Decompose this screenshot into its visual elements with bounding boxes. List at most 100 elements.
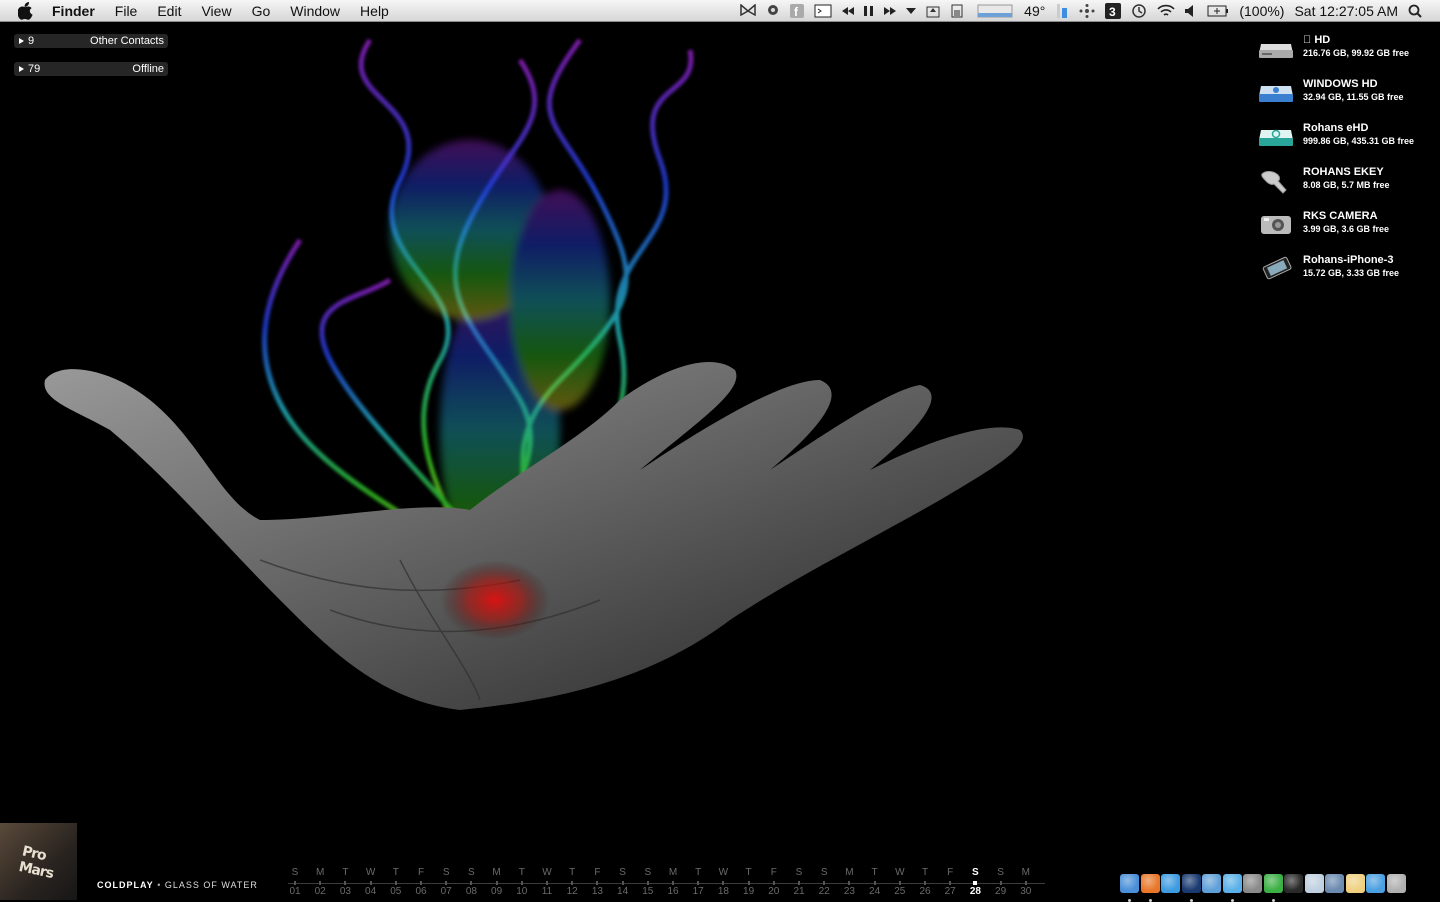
- menu-view[interactable]: View: [201, 3, 231, 19]
- calendar-day-number: 18: [717, 886, 729, 897]
- next-track-icon[interactable]: [884, 0, 897, 21]
- battery-percentage[interactable]: (100%): [1239, 3, 1284, 19]
- disclosure-triangle-icon[interactable]: [19, 38, 24, 44]
- calendar-tick: [973, 881, 978, 885]
- network-icon[interactable]: [1079, 0, 1095, 21]
- calendar-tick: [697, 881, 700, 885]
- calendar-tick: [999, 881, 1002, 885]
- calendar-day-number: 16: [667, 886, 679, 897]
- usb-key-icon[interactable]: [1258, 168, 1296, 194]
- calendar-day-number: 15: [642, 886, 654, 897]
- contact-group-offline[interactable]: 79 Offline: [14, 62, 168, 76]
- memory-meter-icon[interactable]: [950, 0, 964, 21]
- pause-icon[interactable]: [864, 0, 874, 21]
- contact-group-label: Other Contacts: [90, 35, 164, 47]
- bottle-icon[interactable]: [1304, 873, 1324, 893]
- drive-name: RKS CAMERA: [1303, 210, 1378, 222]
- finder-icon[interactable]: [1120, 873, 1139, 902]
- drive-rohans-iphone[interactable]: Rohans-iPhone-3 15.72 GB, 3.33 GB free: [1258, 254, 1438, 298]
- calendar-icon[interactable]: 3: [1105, 0, 1122, 21]
- volume-icon[interactable]: [1185, 0, 1197, 21]
- calendar-day-number: 13: [591, 886, 603, 897]
- downloads-icon[interactable]: [1366, 873, 1385, 893]
- calendar-tick: [949, 881, 952, 885]
- calendar-day-letter: F: [594, 867, 601, 878]
- internal-drive-icon[interactable]: [1258, 36, 1296, 62]
- menubar-clock[interactable]: Sat 12:27:05 AM: [1294, 3, 1398, 19]
- mail-icon[interactable]: [1202, 873, 1221, 893]
- eject-box-icon[interactable]: [926, 0, 940, 21]
- calendar-tick: [470, 881, 473, 885]
- facebook-icon[interactable]: f: [790, 0, 805, 21]
- desktop-drives:  HD216.76 GB, 99.92 GB free WINDOWS HD3…: [1258, 34, 1438, 298]
- external-drive-icon[interactable]: [1258, 124, 1296, 150]
- butterfly-icon[interactable]: [740, 0, 756, 21]
- calendar-day-number: 24: [869, 886, 881, 897]
- menu-help[interactable]: Help: [360, 3, 389, 19]
- drive-hd[interactable]:  HD216.76 GB, 99.92 GB free: [1258, 34, 1438, 78]
- menu-window[interactable]: Window: [290, 3, 340, 19]
- calendar-day-letter: T: [392, 867, 399, 878]
- menu-file[interactable]: File: [115, 3, 138, 19]
- drive-rohans-ehd[interactable]: Rohans eHD 999.86 GB, 435.31 GB free: [1258, 122, 1438, 166]
- calendar-day-number: 03: [339, 886, 351, 897]
- calendar-tick: [571, 881, 574, 885]
- calendar-day-letter: W: [542, 867, 552, 878]
- menu-go[interactable]: Go: [252, 3, 271, 19]
- apple-small-icon: : [1303, 34, 1311, 46]
- album-art-text: Pro Mars: [17, 843, 55, 882]
- menu-app-name[interactable]: Finder: [52, 3, 95, 19]
- calendar-tick: [747, 881, 750, 885]
- calendar-tick: [873, 881, 876, 885]
- cpu-meter-icon[interactable]: [974, 0, 1014, 21]
- calendar-tick: [672, 881, 674, 885]
- calendar-tick: [294, 881, 296, 885]
- menu-edit[interactable]: Edit: [157, 3, 181, 19]
- time-machine-icon[interactable]: [1131, 0, 1147, 21]
- disclosure-triangle-icon[interactable]: [19, 66, 24, 72]
- webcam-icon[interactable]: [766, 0, 780, 21]
- calendar-day-letter: W: [895, 867, 905, 878]
- calendar-day-letter: T: [921, 867, 929, 878]
- photoshop-icon[interactable]: [1181, 873, 1201, 902]
- previous-track-icon[interactable]: [842, 0, 855, 21]
- spotlight-search-icon[interactable]: [1408, 0, 1422, 21]
- windows-drive-icon[interactable]: [1258, 80, 1296, 106]
- calendar-day-letter: S: [442, 867, 450, 878]
- calendar-day-letter: M: [316, 867, 325, 878]
- drive-name: ROHANS EKEY: [1303, 166, 1384, 178]
- calendar-tick: [798, 881, 800, 885]
- drive-info: 32.94 GB, 11.55 GB free: [1303, 92, 1404, 102]
- itunes-icon[interactable]: [1222, 873, 1242, 902]
- calendar-day-letter: S: [997, 867, 1004, 878]
- wifi-icon[interactable]: [1157, 0, 1175, 21]
- calendar-day-number: 20: [768, 886, 780, 897]
- contact-group-other[interactable]: 9 Other Contacts: [14, 34, 168, 48]
- memory-bar-icon[interactable]: [1055, 0, 1069, 21]
- preview-icon[interactable]: [1325, 873, 1344, 893]
- adium-icon[interactable]: [1243, 873, 1262, 893]
- battery-icon[interactable]: [1207, 0, 1229, 21]
- iphone-icon[interactable]: [1258, 256, 1296, 282]
- calendar-tick: [1024, 881, 1027, 885]
- trash-icon[interactable]: [1386, 873, 1406, 893]
- dropdown-arrow-icon[interactable]: [906, 0, 917, 21]
- firefox-icon[interactable]: [1140, 873, 1160, 902]
- calendar-day-number: 19: [743, 886, 755, 897]
- utorrent-icon[interactable]: [1263, 873, 1283, 902]
- safari-icon[interactable]: [1161, 873, 1180, 893]
- apple-menu-icon[interactable]: [18, 1, 40, 20]
- album-art[interactable]: Pro Mars: [0, 823, 77, 900]
- drive-windows-hd[interactable]: WINDOWS HD 32.94 GB, 11.55 GB free: [1258, 78, 1438, 122]
- calendar-day-number: 12: [566, 886, 578, 897]
- terminal-icon[interactable]: [1284, 873, 1303, 893]
- drive-rohans-ekey[interactable]: ROHANS EKEY 8.08 GB, 5.7 MB free: [1258, 166, 1438, 210]
- temperature-readout[interactable]: 49°: [1024, 3, 1045, 19]
- calendar-tick: [369, 881, 372, 885]
- calendar-day-letter: T: [342, 867, 349, 878]
- running-indicator: [1148, 898, 1152, 902]
- camera-icon[interactable]: [1258, 212, 1296, 238]
- drive-rks-camera[interactable]: RKS CAMERA 3.99 GB, 3.6 GB free: [1258, 210, 1438, 254]
- display-icon[interactable]: [814, 0, 832, 21]
- notes-icon[interactable]: [1345, 873, 1365, 893]
